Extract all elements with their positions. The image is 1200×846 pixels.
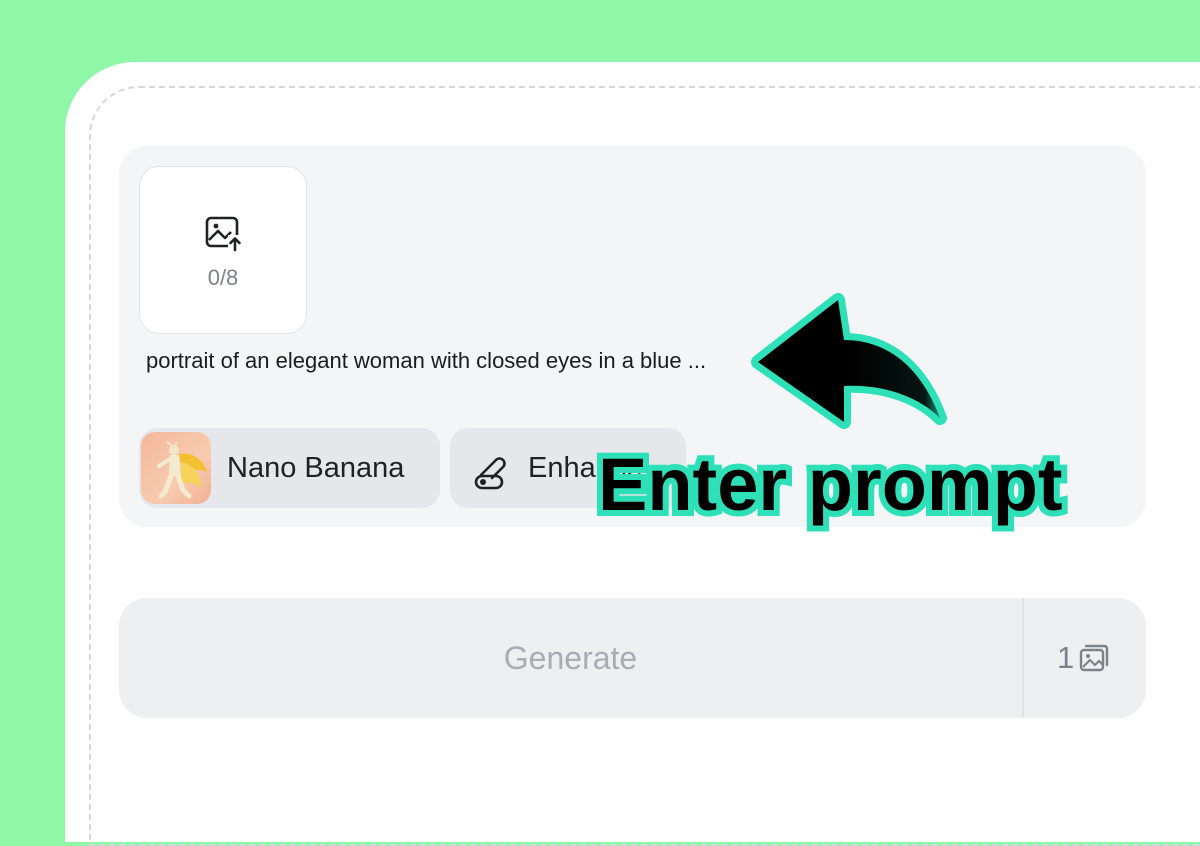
image-upload-icon bbox=[205, 216, 242, 252]
model-thumbnail bbox=[141, 432, 211, 504]
prompt-input[interactable]: portrait of an elegant woman with closed… bbox=[146, 348, 706, 374]
upload-count: 0/8 bbox=[207, 265, 239, 290]
generate-button[interactable]: Generate bbox=[119, 598, 1022, 718]
image-upload-box[interactable]: 0/8 bbox=[139, 166, 307, 334]
model-label: Nano Banana bbox=[227, 452, 405, 484]
generate-bar: Generate 1 bbox=[119, 598, 1146, 718]
annotation-label: Enter prompt bbox=[592, 437, 1069, 532]
pencil-toggle-icon bbox=[474, 457, 506, 490]
model-select-button[interactable]: Nano Banana bbox=[139, 428, 440, 508]
image-count-value: 1 bbox=[1057, 640, 1075, 675]
images-stack-icon bbox=[1079, 644, 1109, 672]
image-count-select[interactable]: 1 bbox=[1024, 598, 1146, 718]
annotation-arrow-icon bbox=[751, 293, 947, 429]
